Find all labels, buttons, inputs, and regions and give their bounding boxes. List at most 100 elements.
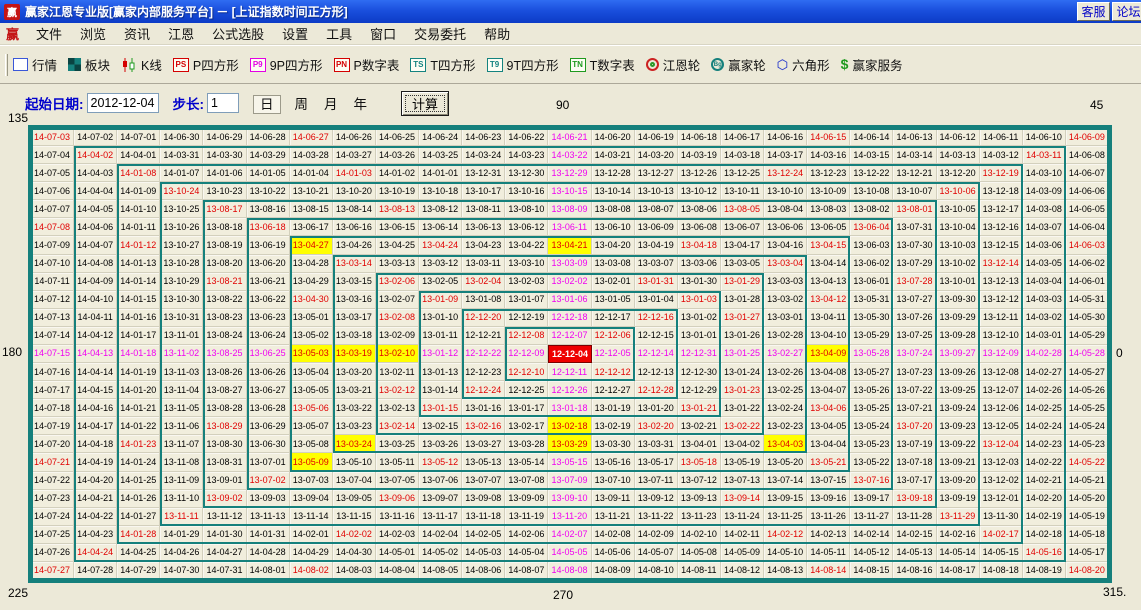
winner-service-button[interactable]: $赢家服务 (841, 55, 903, 74)
date-cell[interactable]: 12-12-11 (548, 363, 591, 381)
date-cell[interactable]: 14-03-10 (1023, 164, 1066, 182)
date-cell[interactable]: 14-06-22 (505, 128, 548, 146)
date-cell[interactable]: 13-09-21 (937, 453, 980, 471)
date-cell[interactable]: 13-09-27 (937, 345, 980, 363)
date-cell[interactable]: 14-05-06 (592, 544, 635, 562)
date-cell[interactable]: 13-06-09 (635, 218, 678, 236)
date-cell[interactable]: 13-01-15 (419, 399, 462, 417)
date-cell[interactable]: 13-06-22 (247, 291, 290, 309)
date-cell[interactable]: 13-09-14 (721, 490, 764, 508)
date-cell[interactable]: 13-03-04 (764, 255, 807, 273)
date-cell[interactable]: 14-01-12 (117, 236, 160, 254)
menu-item-7[interactable]: 工具 (317, 24, 361, 43)
date-cell[interactable]: 12-12-06 (592, 327, 635, 345)
date-cell[interactable]: 14-01-08 (117, 164, 160, 182)
date-cell[interactable]: 13-08-23 (203, 309, 246, 327)
date-cell[interactable]: 13-03-20 (333, 363, 376, 381)
date-cell[interactable]: 13-03-28 (505, 435, 548, 453)
date-cell[interactable]: 14-03-23 (505, 146, 548, 164)
date-cell[interactable]: 13-09-12 (635, 490, 678, 508)
date-cell[interactable]: 14-08-03 (333, 562, 376, 580)
date-cell[interactable]: 14-06-05 (1066, 200, 1109, 218)
date-cell[interactable]: 13-08-20 (203, 255, 246, 273)
date-cell[interactable]: 14-02-13 (807, 526, 850, 544)
date-cell[interactable]: 14-06-24 (419, 128, 462, 146)
date-cell[interactable]: 13-04-15 (807, 236, 850, 254)
date-cell[interactable]: 14-06-20 (592, 128, 635, 146)
date-cell[interactable]: 13-08-02 (850, 200, 893, 218)
date-cell[interactable]: 13-03-18 (333, 327, 376, 345)
date-cell[interactable]: 13-11-06 (160, 417, 203, 435)
date-cell[interactable]: 13-08-22 (203, 291, 246, 309)
date-cell[interactable]: 14-08-13 (764, 562, 807, 580)
date-cell[interactable]: 14-04-19 (74, 453, 117, 471)
hexagon-button[interactable]: ⬡六角形 (777, 55, 830, 74)
date-cell[interactable]: 13-09-19 (937, 490, 980, 508)
period-option-1[interactable]: 日 (253, 95, 281, 114)
date-cell[interactable]: 13-03-27 (462, 435, 505, 453)
date-cell[interactable]: 13-04-02 (721, 435, 764, 453)
date-cell[interactable]: 14-05-29 (1066, 327, 1109, 345)
date-cell[interactable]: 13-07-14 (764, 472, 807, 490)
date-cell[interactable]: 13-04-08 (807, 363, 850, 381)
date-cell[interactable]: 12-12-10 (505, 363, 548, 381)
date-cell[interactable]: 13-10-29 (160, 273, 203, 291)
date-cell[interactable]: 14-05-31 (1066, 291, 1109, 309)
date-cell[interactable]: 13-12-20 (937, 164, 980, 182)
date-cell[interactable]: 14-05-13 (893, 544, 936, 562)
date-cell[interactable]: 14-02-11 (721, 526, 764, 544)
date-cell[interactable]: 13-06-29 (247, 417, 290, 435)
date-cell[interactable]: 14-06-02 (1066, 255, 1109, 273)
date-cell[interactable]: 13-02-22 (721, 417, 764, 435)
date-cell[interactable]: 13-06-18 (247, 218, 290, 236)
date-cell[interactable]: 14-01-14 (117, 273, 160, 291)
date-cell[interactable]: 13-06-13 (462, 218, 505, 236)
date-cell[interactable]: 13-12-24 (764, 164, 807, 182)
date-cell[interactable]: 13-06-04 (850, 218, 893, 236)
date-cell[interactable]: 13-08-10 (505, 200, 548, 218)
date-cell[interactable]: 14-02-19 (1023, 508, 1066, 526)
date-cell[interactable]: 14-06-04 (1066, 218, 1109, 236)
date-cell[interactable]: 14-04-11 (74, 309, 117, 327)
date-cell[interactable]: 13-11-04 (160, 381, 203, 399)
date-cell[interactable]: 13-09-24 (937, 399, 980, 417)
date-cell[interactable]: 14-06-03 (1066, 236, 1109, 254)
date-cell[interactable]: 14-03-03 (1023, 291, 1066, 309)
date-cell[interactable]: 14-07-14 (31, 327, 74, 345)
date-cell[interactable]: 13-03-21 (333, 381, 376, 399)
date-cell[interactable]: 14-07-28 (74, 562, 117, 580)
date-cell[interactable]: 13-03-05 (721, 255, 764, 273)
date-cell[interactable]: 14-02-23 (1023, 435, 1066, 453)
date-cell[interactable]: 13-06-27 (247, 381, 290, 399)
date-cell[interactable]: 13-02-28 (764, 327, 807, 345)
date-cell[interactable]: 14-07-16 (31, 363, 74, 381)
date-cell[interactable]: 14-07-04 (31, 146, 74, 164)
date-cell[interactable]: 13-09-16 (807, 490, 850, 508)
date-cell[interactable]: 13-11-10 (160, 490, 203, 508)
date-cell[interactable]: 13-08-19 (203, 236, 246, 254)
step-input[interactable] (207, 93, 239, 113)
date-cell[interactable]: 13-11-18 (462, 508, 505, 526)
date-cell[interactable]: 14-08-12 (721, 562, 764, 580)
date-cell[interactable]: 13-05-08 (290, 435, 333, 453)
date-cell[interactable]: 13-05-02 (290, 327, 333, 345)
date-cell[interactable]: 12-12-19 (505, 309, 548, 327)
date-cell[interactable]: 13-12-04 (980, 435, 1023, 453)
date-cell[interactable]: 13-08-03 (807, 200, 850, 218)
date-cell[interactable]: 13-04-05 (807, 417, 850, 435)
date-cell[interactable]: 13-07-29 (893, 255, 936, 273)
date-cell[interactable]: 14-04-09 (74, 273, 117, 291)
date-cell[interactable]: 14-07-26 (31, 544, 74, 562)
date-cell[interactable]: 13-10-11 (721, 182, 764, 200)
date-cell[interactable]: 12-12-08 (505, 327, 548, 345)
date-cell[interactable]: 13-08-25 (203, 345, 246, 363)
date-cell[interactable]: 13-12-19 (980, 164, 1023, 182)
date-cell[interactable]: 13-11-09 (160, 472, 203, 490)
gann-wheel-button[interactable]: 江恩轮 (646, 55, 701, 74)
date-cell[interactable]: 13-09-03 (247, 490, 290, 508)
date-cell[interactable]: 14-02-08 (592, 526, 635, 544)
date-cell[interactable]: 13-01-26 (721, 327, 764, 345)
date-cell[interactable]: 13-04-25 (376, 236, 419, 254)
date-cell[interactable]: 14-06-30 (160, 128, 203, 146)
date-cell[interactable]: 13-11-23 (678, 508, 721, 526)
